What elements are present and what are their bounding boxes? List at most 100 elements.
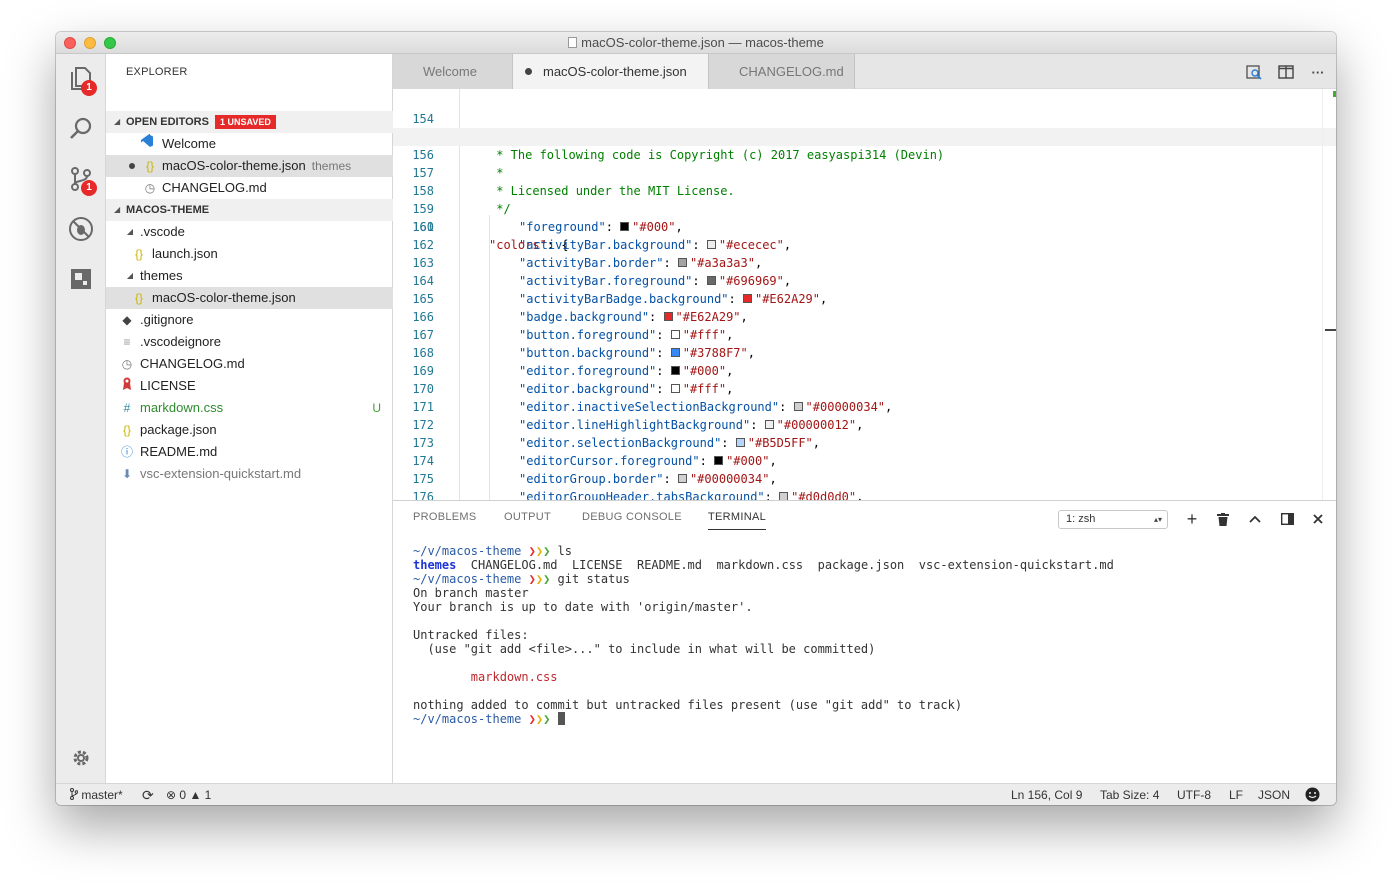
file-item[interactable]: # markdown.css U [106, 397, 393, 419]
terminal-selector[interactable]: 1: zsh ▴▾ [1058, 510, 1168, 529]
color-swatch[interactable] [663, 312, 673, 321]
sync-button[interactable]: ⟳ [142, 784, 154, 805]
color-swatch[interactable] [670, 366, 680, 375]
chevron-down-icon: ◢ [114, 205, 121, 214]
file-item[interactable]: LICENSE [106, 375, 393, 397]
close-panel-button[interactable] [1310, 511, 1326, 527]
file-item[interactable]: {} launch.json [106, 243, 393, 265]
color-swatch[interactable] [620, 222, 630, 231]
code-line-current: 156 * [393, 128, 1336, 180]
chevron-up-icon [1249, 515, 1261, 523]
cursor-position[interactable]: Ln 156, Col 9 [1011, 784, 1082, 805]
kill-terminal-button[interactable] [1215, 511, 1231, 527]
file-item[interactable]: ⓘ README.md [106, 441, 393, 463]
code-editor[interactable]: 154 /*! 155 * The following code is Copy… [393, 89, 1336, 500]
clock-icon: ◷ [121, 357, 133, 371]
color-swatch[interactable] [714, 456, 724, 465]
tab-size[interactable]: Tab Size: 4 [1100, 784, 1159, 805]
untracked-status: U [372, 401, 381, 415]
open-editor-item[interactable]: Welcome [106, 133, 393, 155]
plus-icon: + [1186, 508, 1198, 529]
code-line: 158 */ [412, 184, 511, 216]
search-icon [70, 117, 92, 139]
terminal-output[interactable]: ~/v/macos-theme ❯❯❯ ls themes CHANGELOG.… [413, 544, 1114, 726]
file-item[interactable]: ◆ .gitignore [106, 309, 393, 331]
file-item[interactable]: {} package.json [106, 419, 393, 441]
code-line: 157 * Licensed under the MIT License. [412, 166, 735, 198]
extensions-activity[interactable] [56, 254, 106, 304]
explorer-activity[interactable]: 1 [56, 54, 106, 104]
open-editors-header[interactable]: ◢ OPEN EDITORS 1 UNSAVED [106, 111, 393, 133]
color-swatch[interactable] [706, 276, 716, 285]
json-file-icon: {} [134, 291, 143, 305]
ellipsis-icon: ··· [1311, 64, 1325, 80]
tab-problems[interactable]: PROBLEMS [413, 511, 477, 523]
tab-debug-console[interactable]: DEBUG CONSOLE [582, 511, 682, 523]
file-item[interactable]: {} macOS-color-theme.json [106, 287, 393, 309]
encoding[interactable]: UTF-8 [1177, 784, 1211, 805]
color-swatch[interactable] [742, 294, 752, 303]
source-control-activity[interactable]: 1 [56, 154, 106, 204]
zoom-window-button[interactable] [104, 37, 116, 49]
activity-bar: 1 1 [56, 54, 106, 783]
sync-icon: ⟳ [142, 787, 154, 803]
color-swatch[interactable] [677, 258, 687, 267]
file-item[interactable]: ◷ CHANGELOG.md [106, 353, 393, 375]
status-bar: master* ⟳ ⊗ 0 ▲ 1 Ln 156, Col 9 Tab Size… [56, 783, 1336, 805]
color-swatch[interactable] [670, 348, 680, 357]
branch-status[interactable]: master* [70, 784, 123, 805]
color-swatch[interactable] [670, 384, 680, 393]
problems-status[interactable]: ⊗ 0 ▲ 1 [166, 784, 211, 805]
folder-item[interactable]: ◢ .vscode [106, 221, 393, 243]
color-swatch[interactable] [764, 420, 774, 429]
minimize-window-button[interactable] [84, 37, 96, 49]
gear-icon [73, 750, 89, 766]
terminal-line: nothing added to commit but untracked fi… [413, 698, 963, 712]
open-preview-button[interactable] [1245, 63, 1263, 81]
open-editor-item[interactable]: {} macOS-color-theme.json themes [106, 155, 393, 177]
tab-welcome[interactable]: Welcome [393, 54, 513, 89]
color-swatch[interactable] [735, 438, 745, 447]
manage-activity[interactable] [56, 733, 106, 783]
open-editor-item[interactable]: ◷ CHANGELOG.md [106, 177, 393, 199]
scm-badge: 1 [81, 180, 97, 196]
markdown-arrow-icon: ⬇ [121, 467, 133, 481]
line-ending[interactable]: LF [1229, 784, 1243, 805]
split-editor-button[interactable] [1277, 63, 1295, 81]
folder-item[interactable]: ◢ themes [106, 265, 393, 287]
panel-layout-icon [1280, 513, 1294, 525]
unsaved-dot-icon [129, 163, 135, 169]
search-activity[interactable] [56, 104, 106, 154]
sidebar-title: EXPLORER [126, 66, 188, 78]
code-line: 154 /*! [412, 112, 510, 144]
code-line: 163 "activityBar.border": "#a3a3a3", [412, 256, 763, 270]
toggle-panel-position-button[interactable] [1279, 511, 1295, 527]
more-actions-button[interactable]: ··· [1309, 63, 1327, 81]
file-item[interactable]: ⬇ vsc-extension-quickstart.md [106, 463, 393, 485]
color-swatch[interactable] [677, 474, 687, 483]
vscode-logo-icon [140, 133, 154, 155]
color-swatch[interactable] [670, 330, 680, 339]
tab-changelog[interactable]: CHANGELOG.md [709, 54, 855, 89]
language-mode[interactable]: JSON [1258, 784, 1290, 805]
terminal-line: Untracked files: [413, 628, 529, 642]
code-line: 160 "colors": { [412, 220, 569, 252]
tab-output[interactable]: OUTPUT [504, 511, 551, 523]
debug-activity[interactable] [56, 204, 106, 254]
maximize-panel-button[interactable] [1247, 511, 1263, 527]
color-swatch[interactable] [793, 402, 803, 411]
close-window-button[interactable] [64, 37, 76, 49]
tab-macos-color-theme[interactable]: macOS-color-theme.json [513, 54, 709, 89]
file-item[interactable]: ≡ .vscodeignore [106, 331, 393, 353]
project-folder-header[interactable]: ◢ MACOS-THEME [106, 199, 393, 221]
code-line: 166 "badge.background": "#E62A29", [412, 310, 748, 324]
new-terminal-button[interactable]: + [1184, 508, 1200, 529]
color-swatch[interactable] [779, 492, 789, 500]
color-swatch[interactable] [706, 240, 716, 249]
tab-terminal[interactable]: TERMINAL [708, 511, 767, 530]
editor-scrollbar[interactable] [1322, 89, 1336, 500]
feedback-button[interactable] [1305, 787, 1320, 805]
window-title: macOS-color-theme.json — macos-theme [581, 35, 824, 50]
